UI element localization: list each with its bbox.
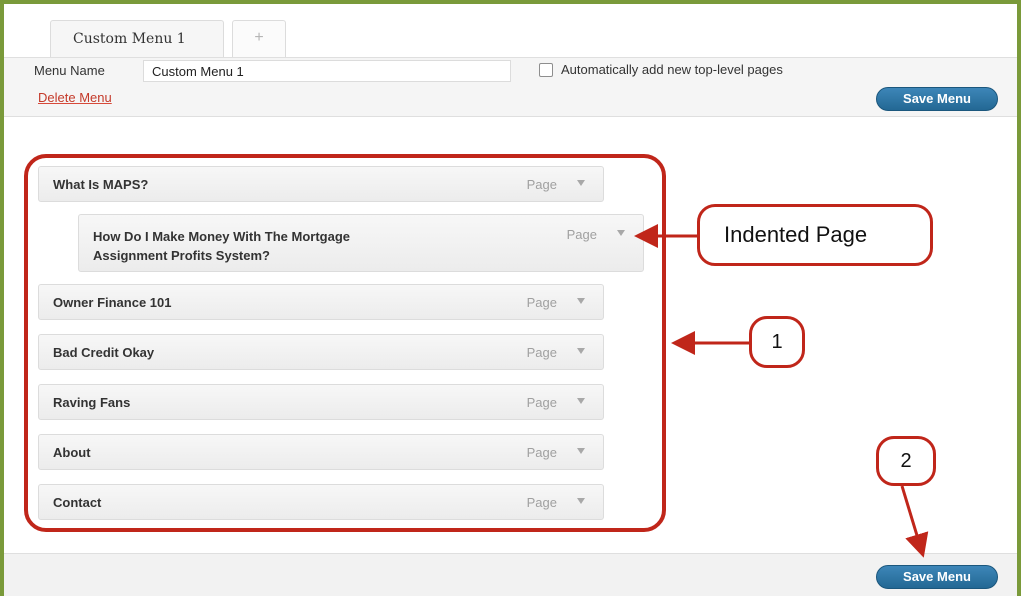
- auto-add-label: Automatically add new top-level pages: [561, 62, 783, 77]
- save-menu-button-bottom[interactable]: Save Menu: [876, 565, 998, 589]
- tab-custom-menu-1[interactable]: Custom Menu 1: [50, 20, 224, 58]
- menu-name-label: Menu Name: [34, 63, 105, 78]
- callout-number-2: 2: [876, 436, 936, 486]
- delete-menu-link[interactable]: Delete Menu: [38, 90, 112, 105]
- callout-indented-page: Indented Page: [697, 204, 933, 266]
- menu-name-input[interactable]: [143, 60, 511, 82]
- auto-add-checkbox[interactable]: [539, 63, 553, 77]
- annotation-highlight-box: [24, 154, 666, 532]
- menu-footer: [4, 553, 1017, 596]
- save-menu-button[interactable]: Save Menu: [876, 87, 998, 111]
- tab-add-menu[interactable]: +: [232, 20, 286, 58]
- callout-number-1: 1: [749, 316, 805, 368]
